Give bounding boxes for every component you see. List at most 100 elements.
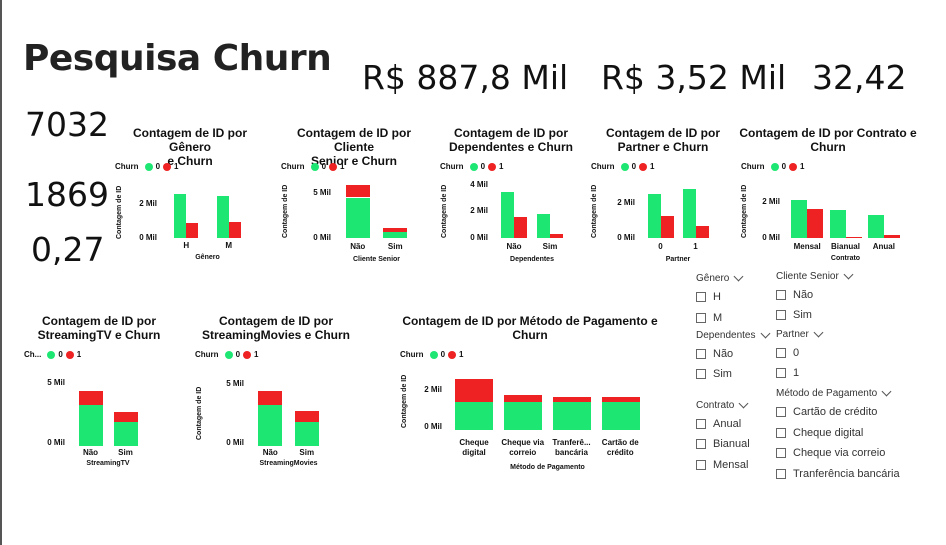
slicer-dependentes-header[interactable]: Dependentes <box>696 328 770 341</box>
chart-contrato[interactable]: Contagem de ID por Contrato e Churn Churn 0… <box>738 126 918 266</box>
bar-cheque-digital-churn-0[interactable] <box>455 402 494 430</box>
slicer-pagamento-header[interactable]: Método de Pagamento <box>776 386 892 399</box>
chart-metodo-pagamento[interactable]: Contagem de ID por Método de Pagamento e… <box>395 314 665 474</box>
slicer-partner-header[interactable]: Partner <box>776 327 824 340</box>
slicer-contrato-header[interactable]: Contrato <box>696 398 749 411</box>
bar-sim-churn-1[interactable] <box>550 233 563 238</box>
slicer-genero-option[interactable]: H <box>696 291 721 303</box>
bar-cheque-via-correio-churn-1[interactable] <box>504 395 543 402</box>
checkbox[interactable] <box>776 368 786 378</box>
checkbox[interactable] <box>696 369 706 379</box>
slicer-senior-header[interactable]: Cliente Senior <box>776 269 854 282</box>
slicer-pagamento-option[interactable]: Cheque digital <box>776 427 863 439</box>
bar-n-o-churn-0[interactable] <box>501 192 514 238</box>
chevron-down-icon[interactable] <box>760 328 770 339</box>
bar-1-churn-1[interactable] <box>695 225 709 238</box>
bar-sim-churn-1[interactable] <box>383 227 408 232</box>
checkbox[interactable] <box>696 292 706 302</box>
bar-tranfer-banc-ria-churn-0[interactable] <box>552 402 591 430</box>
bar-n-o-churn-0[interactable] <box>345 197 370 238</box>
checkbox[interactable] <box>696 460 706 470</box>
chart-legend[interactable]: Churn 0 1 <box>440 162 503 171</box>
checkbox[interactable] <box>776 448 786 458</box>
bar-n-o-churn-1[interactable] <box>78 390 103 405</box>
chart-dependentes[interactable]: Contagem de ID por Dependentes e Churn Chu… <box>438 126 584 266</box>
bar-n-o-churn-1[interactable] <box>258 391 283 405</box>
chart-legend[interactable]: Churn 0 1 <box>400 350 463 359</box>
slicer-dependentes-option[interactable]: Não <box>696 348 733 360</box>
bar-sim-churn-1[interactable] <box>294 411 319 422</box>
bar-n-o-churn-1[interactable] <box>514 217 527 238</box>
bar-h-churn-1[interactable] <box>186 222 199 238</box>
chart-streamingtv[interactable]: Contagem de ID por StreamingTV e Churn Ch.… <box>18 314 180 474</box>
bar-1-churn-0[interactable] <box>682 188 696 238</box>
bar-mensal-churn-1[interactable] <box>807 209 824 238</box>
bar-cheque-via-correio-churn-0[interactable] <box>504 401 543 430</box>
slicer-contrato-option[interactable]: Anual <box>696 418 741 430</box>
chart-partner[interactable]: Contagem de ID por Partner e Churn Churn 0 1… <box>588 126 738 266</box>
legend-dot-icon <box>770 162 779 171</box>
slicer-pagamento-option[interactable]: Cheque via correio <box>776 447 885 459</box>
bar-cart-o-de-cr-dito-churn-0[interactable] <box>601 402 640 430</box>
slicer-genero-option[interactable]: M <box>696 312 722 324</box>
bar-mensal-churn-0[interactable] <box>791 199 808 238</box>
bar-0-churn-1[interactable] <box>660 216 674 238</box>
bar-tranfer-banc-ria-churn-1[interactable] <box>552 396 591 403</box>
bar-m-churn-0[interactable] <box>216 195 229 238</box>
chevron-down-icon[interactable] <box>813 327 824 338</box>
bar-bianual-churn-1[interactable] <box>845 237 862 238</box>
checkbox[interactable] <box>776 348 786 358</box>
checkbox[interactable] <box>696 313 706 323</box>
checkbox[interactable] <box>776 290 786 300</box>
bar-anual-churn-1[interactable] <box>883 235 900 238</box>
slicer-senior-option[interactable]: Sim <box>776 309 812 321</box>
chart-legend[interactable]: Churn 0 1 <box>195 350 258 359</box>
slicer-genero-header[interactable]: Gênero <box>696 271 744 284</box>
bar-sim-churn-1[interactable] <box>113 411 138 422</box>
chart-streamingmovies[interactable]: Contagem de ID por StreamingMovies e Chur… <box>190 314 362 474</box>
bar-0-churn-0[interactable] <box>647 194 661 238</box>
bar-sim-churn-0[interactable] <box>537 213 550 238</box>
bar-sim-churn-0[interactable] <box>113 421 138 446</box>
chart-title-line: Contagem de ID por <box>41 314 156 328</box>
slicer-dependentes-option[interactable]: Sim <box>696 368 732 380</box>
slicer-pagamento-option[interactable]: Tranferência bancária <box>776 468 900 480</box>
chart-legend[interactable]: Churn 0 1 <box>115 162 178 171</box>
checkbox[interactable] <box>776 469 786 479</box>
slicer-partner-option[interactable]: 0 <box>776 347 799 359</box>
bar-n-o-churn-1[interactable] <box>345 184 370 198</box>
checkbox[interactable] <box>776 310 786 320</box>
chart-legend[interactable]: Churn 0 1 <box>281 162 344 171</box>
chart-cliente-senior[interactable]: Contagem de ID por Cliente Senior e Churn… <box>279 126 434 266</box>
bar-sim-churn-0[interactable] <box>294 421 319 446</box>
checkbox[interactable] <box>696 439 706 449</box>
slicer-contrato-option[interactable]: Mensal <box>696 459 748 471</box>
chevron-down-icon[interactable] <box>881 386 892 397</box>
bar-m-churn-1[interactable] <box>228 222 241 238</box>
slicer-pagamento-option[interactable]: Cartão de crédito <box>776 406 877 418</box>
y-tick-label: 0 Mil <box>47 438 65 447</box>
checkbox[interactable] <box>776 428 786 438</box>
chart-legend[interactable]: Churn 0 1 <box>591 162 654 171</box>
bar-n-o-churn-0[interactable] <box>258 404 283 446</box>
bar-h-churn-0[interactable] <box>174 194 187 238</box>
bar-n-o-churn-0[interactable] <box>78 404 103 446</box>
chevron-down-icon[interactable] <box>733 271 744 282</box>
bar-cart-o-de-cr-dito-churn-1[interactable] <box>601 397 640 403</box>
checkbox[interactable] <box>776 407 786 417</box>
slicer-contrato-option[interactable]: Bianual <box>696 438 750 450</box>
checkbox[interactable] <box>696 419 706 429</box>
legend-dot-icon <box>65 350 74 359</box>
bar-anual-churn-0[interactable] <box>867 215 884 238</box>
chart-legend[interactable]: Churn 0 1 <box>741 162 804 171</box>
bar-sim-churn-0[interactable] <box>383 231 408 238</box>
slicer-senior-option[interactable]: Não <box>776 289 813 301</box>
checkbox[interactable] <box>696 349 706 359</box>
bar-cheque-digital-churn-1[interactable] <box>455 379 494 403</box>
chevron-down-icon[interactable] <box>738 398 749 409</box>
chart-legend[interactable]: Ch... 0 1 <box>24 350 81 359</box>
slicer-partner-option[interactable]: 1 <box>776 367 799 379</box>
chart-genero[interactable]: Contagem de ID por Gênero e Churn Churn 0 1 C… <box>110 126 272 266</box>
bar-bianual-churn-0[interactable] <box>829 209 846 238</box>
chevron-down-icon[interactable] <box>843 269 854 280</box>
